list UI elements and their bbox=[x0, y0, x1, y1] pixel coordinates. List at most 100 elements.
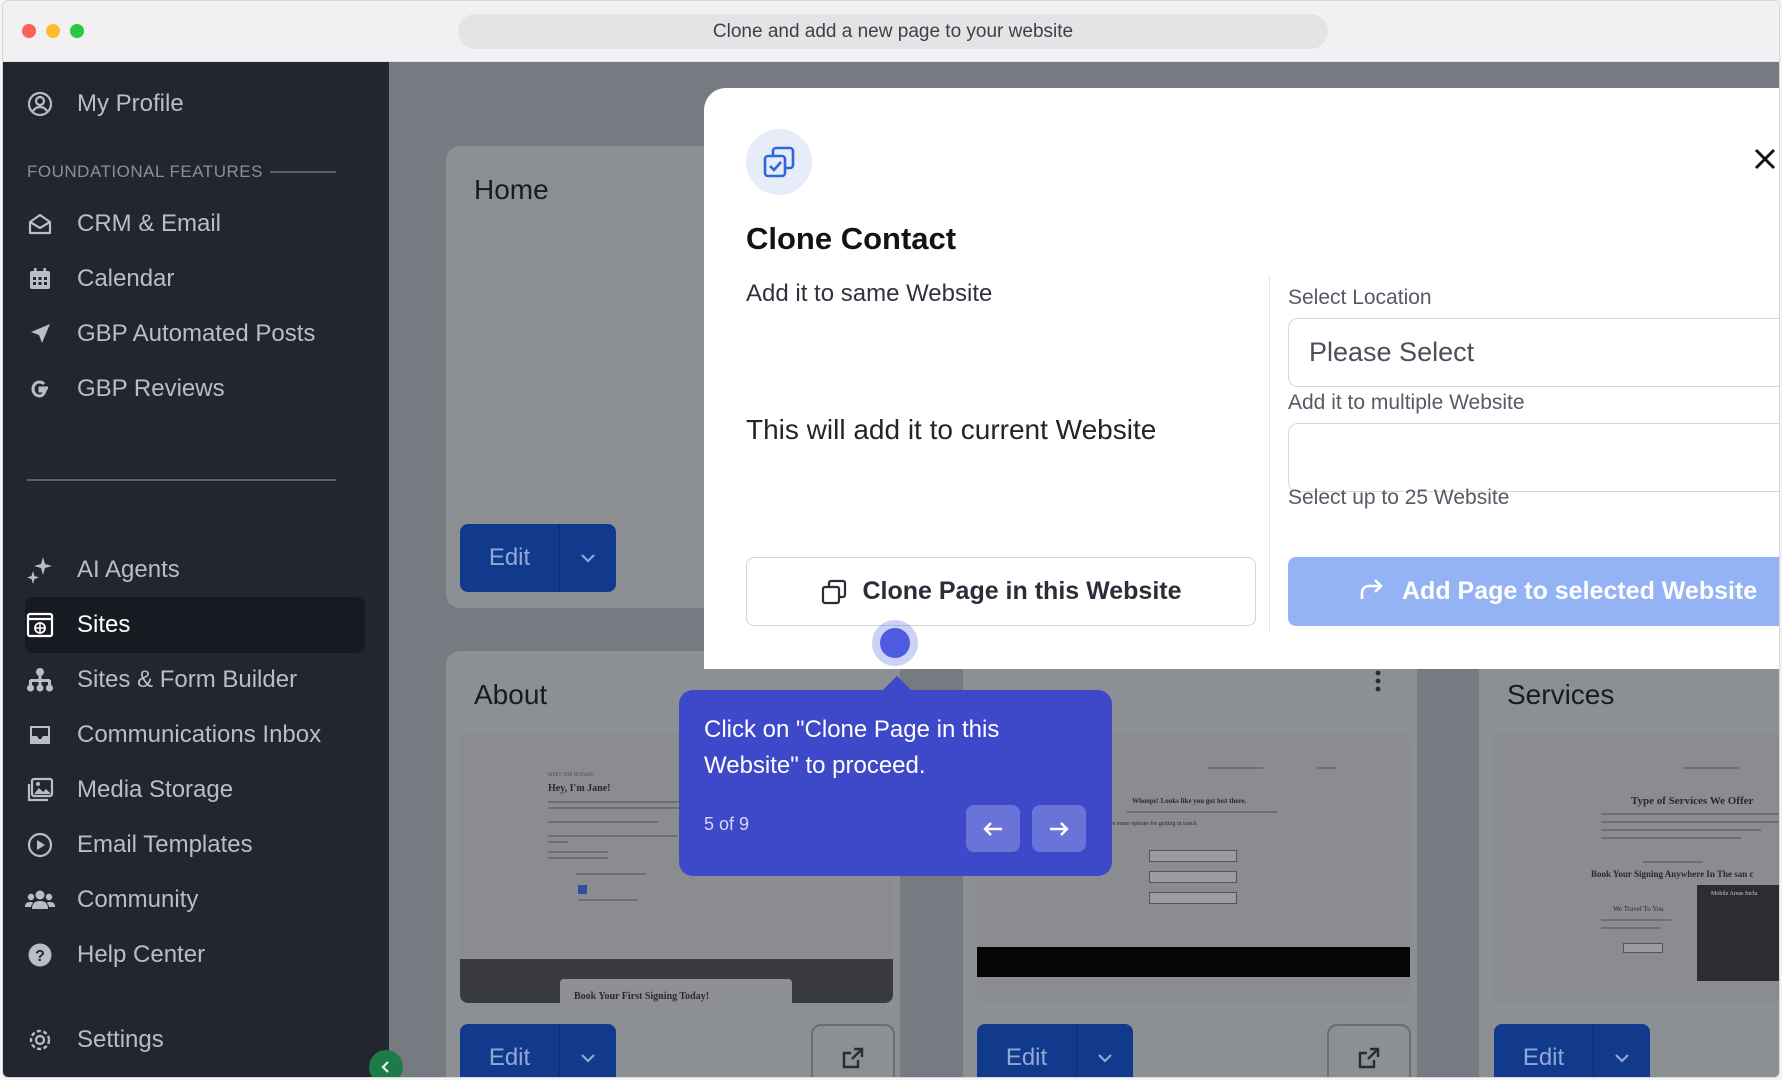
sidebar-item-label: GBP Reviews bbox=[77, 375, 225, 402]
preview-travel-heading: We Travel To You bbox=[1613, 905, 1664, 913]
sidebar-item-label: Sites bbox=[77, 611, 131, 638]
sidebar: My Profile FOUNDATIONAL FEATURES CRM & E… bbox=[3, 62, 389, 1077]
close-icon[interactable] bbox=[1751, 145, 1779, 173]
page-preview: Type of Services We Offer Book Your Sign… bbox=[1493, 733, 1779, 1003]
browser-window: Clone and add a new page to your website… bbox=[2, 0, 1780, 1078]
preview-box-title: Mobile Areas Inclu bbox=[1711, 891, 1758, 897]
sidebar-item-calendar[interactable]: Calendar bbox=[25, 251, 365, 307]
google-icon bbox=[25, 374, 55, 404]
sidebar-item-label: Community bbox=[77, 886, 199, 913]
page-card-title: Services bbox=[1507, 679, 1615, 710]
same-website-description: This will add it to current Website bbox=[746, 414, 1157, 445]
location-select-value: Please Select bbox=[1309, 337, 1475, 367]
envelope-open-icon bbox=[25, 209, 55, 239]
sidebar-item-label: Settings bbox=[77, 1026, 164, 1053]
tour-step-counter: 5 of 9 bbox=[704, 814, 750, 834]
sidebar-item-label: CRM & Email bbox=[77, 210, 222, 237]
svg-text:?: ? bbox=[35, 948, 45, 965]
sidebar-item-media-storage[interactable]: Media Storage bbox=[25, 762, 365, 818]
more-vertical-icon[interactable] bbox=[1375, 669, 1381, 698]
collapse-sidebar-button[interactable] bbox=[369, 1050, 403, 1077]
sitemap-icon bbox=[25, 665, 55, 695]
section-divider bbox=[270, 171, 336, 173]
chevron-down-icon[interactable] bbox=[560, 1024, 616, 1077]
location-label: Select Location bbox=[1288, 286, 1432, 309]
user-circle-icon bbox=[25, 89, 55, 119]
sidebar-item-communications-inbox[interactable]: Communications Inbox bbox=[25, 707, 365, 763]
arrow-right-icon bbox=[1050, 821, 1069, 836]
arrow-left-icon bbox=[983, 821, 1002, 836]
add-page-button-label: Add Page to selected Website bbox=[1402, 577, 1758, 605]
clone-page-button-label: Clone Page in this Website bbox=[862, 577, 1182, 605]
edit-label: Edit bbox=[460, 524, 560, 592]
preview-heading: Whoops! Looks like you got lost there. bbox=[1132, 797, 1247, 805]
preview-subheading: Book Your Signing Anywhere In The san c bbox=[1591, 869, 1754, 879]
modal-title: Clone Contact bbox=[746, 221, 957, 256]
chevron-down-icon[interactable] bbox=[560, 524, 616, 592]
external-link-icon bbox=[842, 1047, 864, 1069]
sidebar-item-gbp-automated-posts[interactable]: GBP Automated Posts bbox=[25, 306, 365, 362]
external-link-icon bbox=[1358, 1047, 1380, 1069]
chevron-down-icon bbox=[1777, 341, 1779, 372]
chevron-down-icon[interactable] bbox=[1594, 1024, 1650, 1077]
multiple-website-label: Add it to multiple Website bbox=[1288, 391, 1525, 414]
preview-kicker: MEET THE NOTARY bbox=[548, 773, 594, 778]
chevron-left-icon bbox=[381, 1061, 389, 1073]
edit-label: Edit bbox=[1494, 1024, 1594, 1077]
page-404-edit-button[interactable]: Edit bbox=[977, 1024, 1133, 1077]
sidebar-item-label: GBP Automated Posts bbox=[77, 320, 316, 347]
preview-footer-heading: Book Your First Signing Today! bbox=[574, 991, 710, 1002]
sidebar-item-community[interactable]: Community bbox=[25, 872, 365, 928]
chevron-down-icon[interactable] bbox=[1077, 1024, 1133, 1077]
about-open-external-button[interactable] bbox=[811, 1024, 895, 1077]
section-label: FOUNDATIONAL FEATURES bbox=[27, 162, 263, 181]
calendar-icon bbox=[25, 264, 55, 294]
page-card-title: Home bbox=[474, 174, 549, 205]
home-edit-button[interactable]: Edit bbox=[460, 524, 616, 592]
column-divider bbox=[1269, 276, 1270, 633]
app: My Profile FOUNDATIONAL FEATURES CRM & E… bbox=[3, 62, 1779, 1077]
location-select[interactable]: Please Select bbox=[1288, 318, 1779, 387]
maximize-window-button[interactable] bbox=[70, 24, 84, 38]
play-circle-icon bbox=[25, 830, 55, 860]
sidebar-item-label: Calendar bbox=[77, 265, 175, 292]
sidebar-divider bbox=[27, 479, 336, 481]
sidebar-item-label: Email Templates bbox=[77, 831, 253, 858]
sidebar-item-help-center[interactable]: ? Help Center bbox=[25, 927, 365, 983]
sidebar-item-gbp-reviews[interactable]: GBP Reviews bbox=[25, 361, 365, 417]
copy-icon bbox=[820, 578, 848, 606]
sidebar-item-label: Media Storage bbox=[77, 776, 234, 803]
clone-page-button[interactable]: Clone Page in this Website bbox=[746, 557, 1256, 626]
close-window-button[interactable] bbox=[22, 24, 36, 38]
tour-previous-button[interactable] bbox=[966, 805, 1020, 852]
about-edit-button[interactable]: Edit bbox=[460, 1024, 616, 1077]
sidebar-item-sites[interactable]: Sites bbox=[25, 597, 365, 653]
edit-label: Edit bbox=[460, 1024, 560, 1077]
services-edit-button[interactable]: Edit bbox=[1494, 1024, 1650, 1077]
add-page-to-selected-website-button[interactable]: Add Page to selected Website bbox=[1288, 557, 1779, 626]
sidebar-item-email-templates[interactable]: Email Templates bbox=[25, 817, 365, 873]
sidebar-item-settings[interactable]: Settings bbox=[25, 1012, 365, 1068]
sidebar-item-crm-email[interactable]: CRM & Email bbox=[25, 196, 365, 252]
sidebar-item-ai-agents[interactable]: AI Agents bbox=[25, 542, 365, 598]
clone-page-modal: Clone Contact Add it to same Website Thi… bbox=[704, 88, 1779, 669]
sidebar-item-my-profile[interactable]: My Profile bbox=[25, 76, 365, 132]
images-icon bbox=[25, 775, 55, 805]
globe-window-icon bbox=[25, 610, 55, 640]
sidebar-item-sites-form-builder[interactable]: Sites & Form Builder bbox=[25, 652, 365, 708]
page-404-open-external-button[interactable] bbox=[1327, 1024, 1411, 1077]
multiple-website-select[interactable] bbox=[1288, 423, 1779, 492]
same-website-label: Add it to same Website bbox=[746, 280, 993, 307]
tour-message: Click on "Clone Page in this Website" to… bbox=[704, 716, 1000, 779]
inbox-icon bbox=[25, 720, 55, 750]
minimize-window-button[interactable] bbox=[46, 24, 60, 38]
sidebar-item-label: Help Center bbox=[77, 941, 206, 968]
tour-next-button[interactable] bbox=[1032, 805, 1086, 852]
sidebar-item-label: Sites & Form Builder bbox=[77, 666, 298, 693]
sidebar-item-label: AI Agents bbox=[77, 556, 180, 583]
website-limit-hint: Select up to 25 Website bbox=[1288, 486, 1510, 509]
window-title: Clone and add a new page to your website bbox=[458, 14, 1328, 49]
tour-hotspot[interactable] bbox=[872, 620, 918, 666]
preview-heading: Hey, I'm Jane! bbox=[548, 783, 611, 794]
preview-heading: Type of Services We Offer bbox=[1631, 795, 1754, 807]
